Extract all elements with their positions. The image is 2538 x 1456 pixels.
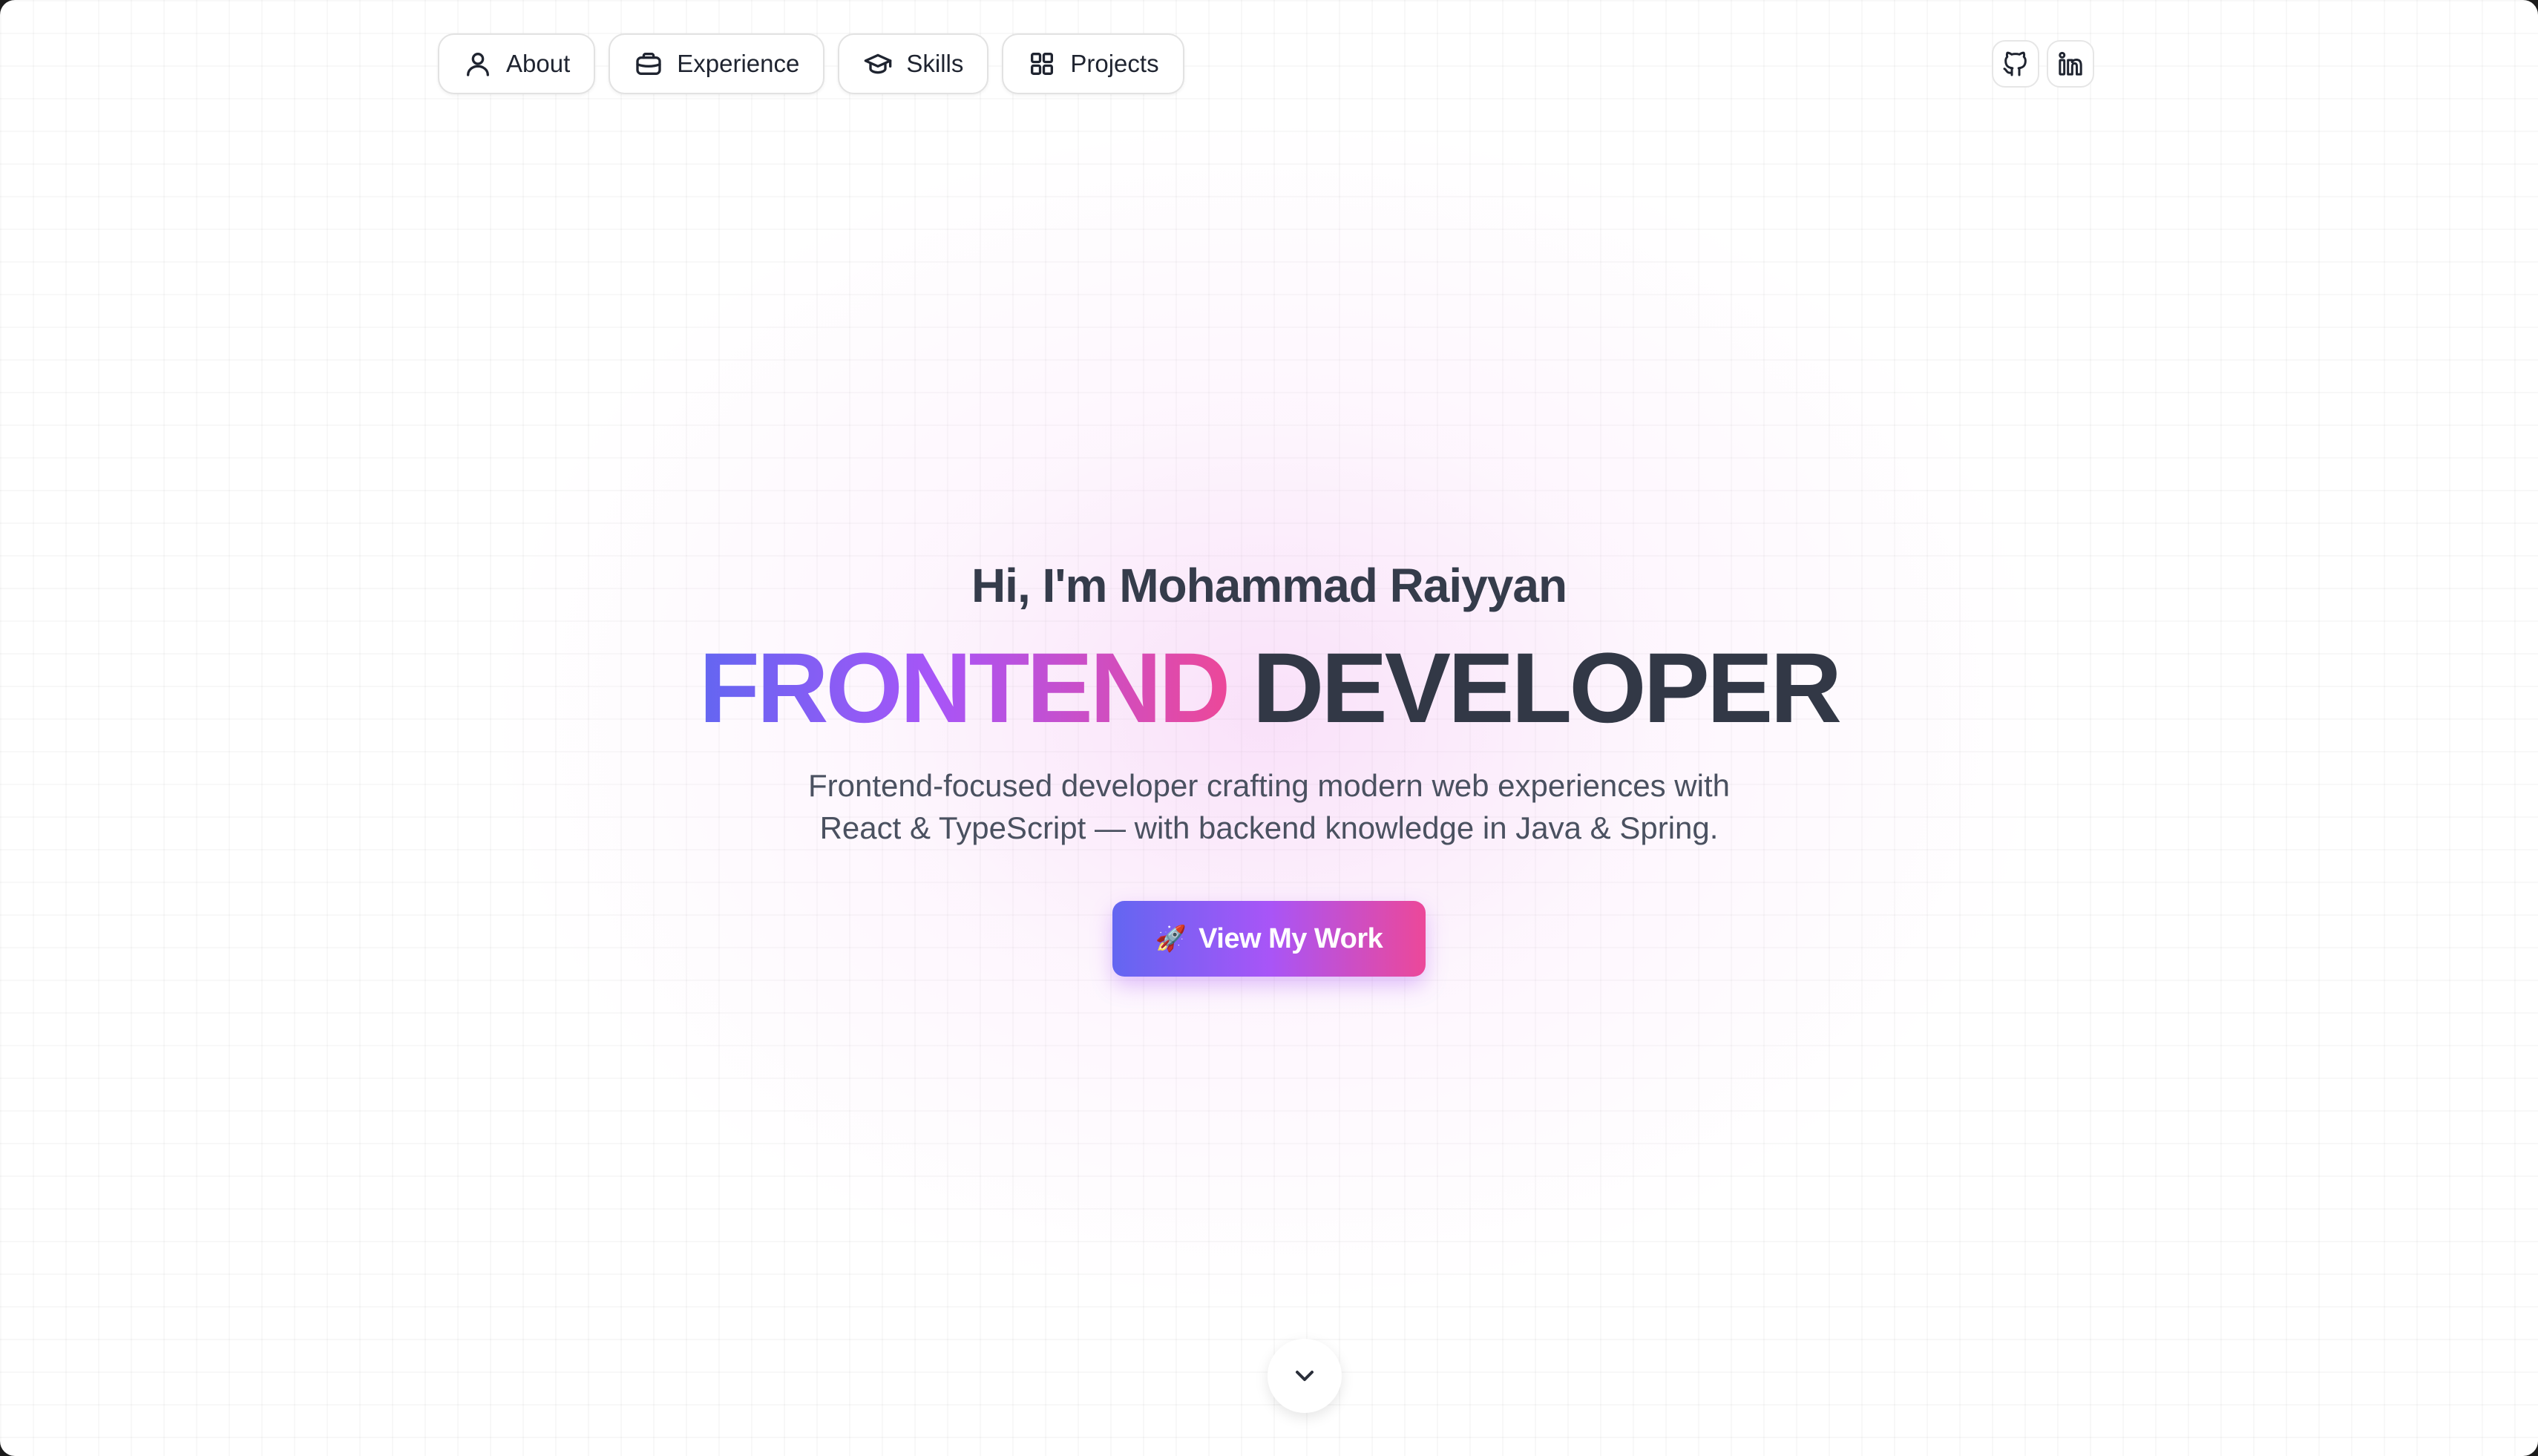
hero-greeting: Hi, I'm Mohammad Raiyyan (971, 559, 1567, 612)
scroll-down-button[interactable] (1268, 1339, 1342, 1413)
nav-skills-button[interactable]: Skills (838, 33, 989, 94)
graduation-cap-icon (865, 53, 892, 74)
nav-experience-label: Experience (677, 50, 800, 77)
hero-description: Frontend-focused developer crafting mode… (0, 764, 2538, 849)
linkedin-icon (2059, 51, 2082, 76)
hero-title: FRONTEND DEVELOPER (0, 636, 2538, 741)
page: About Experience Skills Projects Hi, I'm… (0, 0, 2538, 1456)
nav-about-button[interactable]: About (438, 33, 596, 94)
hero-title-rest: DEVELOPER (1252, 633, 1843, 744)
rocket-icon: 🚀 (1155, 925, 1187, 953)
linkedin-link[interactable] (2047, 40, 2094, 88)
top-nav: About Experience Skills Projects (438, 33, 1184, 94)
nav-projects-label: Projects (1070, 50, 1159, 77)
nav-skills-label: Skills (906, 50, 964, 77)
hero-description-line-1: Frontend-focused developer crafting mode… (807, 768, 1730, 803)
hero-title-highlight: FRONTEND (698, 633, 1230, 744)
user-icon (467, 53, 489, 76)
grid-icon (1031, 53, 1054, 75)
github-link[interactable] (1992, 40, 2039, 88)
chevron-down-icon (1296, 1371, 1314, 1381)
nav-projects-button[interactable]: Projects (1002, 33, 1184, 94)
nav-about-label: About (506, 50, 571, 77)
github-icon (2003, 51, 2027, 76)
view-my-work-label: View My Work (1198, 922, 1383, 954)
hero-description-line-2: React & TypeScript — with backend knowle… (819, 810, 1719, 845)
briefcase-icon (636, 53, 661, 75)
nav-experience-button[interactable]: Experience (609, 33, 825, 94)
view-my-work-button[interactable]: 🚀 View My Work (1112, 901, 1426, 977)
social-links (1992, 40, 2094, 88)
